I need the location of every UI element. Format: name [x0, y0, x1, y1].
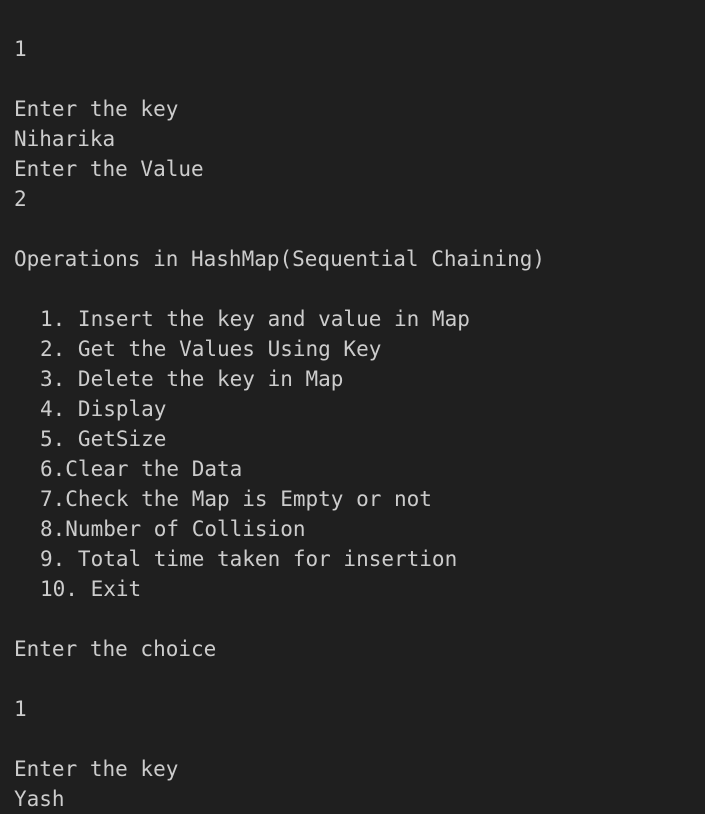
choice-input-line: 1 — [14, 697, 27, 721]
menu-item-get-values: 2. Get the Values Using Key — [40, 337, 382, 361]
terminal-output[interactable]: 1 Enter the key Niharika Enter the Value… — [0, 0, 705, 812]
menu-item-collisions: 8.Number of Collision — [40, 517, 306, 541]
output-line: 1 — [14, 37, 27, 61]
menu-item-exit: 10. Exit — [40, 577, 142, 601]
value-prompt-line: Enter the Value — [14, 157, 204, 181]
menu-item-delete: 3. Delete the key in Map — [40, 367, 344, 391]
key-input-line: Yash — [14, 787, 65, 811]
key-prompt-line: Enter the key — [14, 757, 179, 781]
menu-title: Operations in HashMap(Sequential Chainin… — [14, 247, 546, 271]
menu-item-display: 4. Display — [40, 397, 167, 421]
key-input-line: Niharika — [14, 127, 116, 151]
choice-prompt-line: Enter the choice — [14, 637, 217, 661]
menu-item-insert: 1. Insert the key and value in Map — [40, 307, 470, 331]
menu-item-clear: 6.Clear the Data — [40, 457, 243, 481]
key-prompt-line: Enter the key — [14, 97, 179, 121]
value-input-line: 2 — [14, 187, 27, 211]
menu-item-check-empty: 7.Check the Map is Empty or not — [40, 487, 432, 511]
menu-item-getsize: 5. GetSize — [40, 427, 167, 451]
menu-item-insertion-time: 9. Total time taken for insertion — [40, 547, 458, 571]
